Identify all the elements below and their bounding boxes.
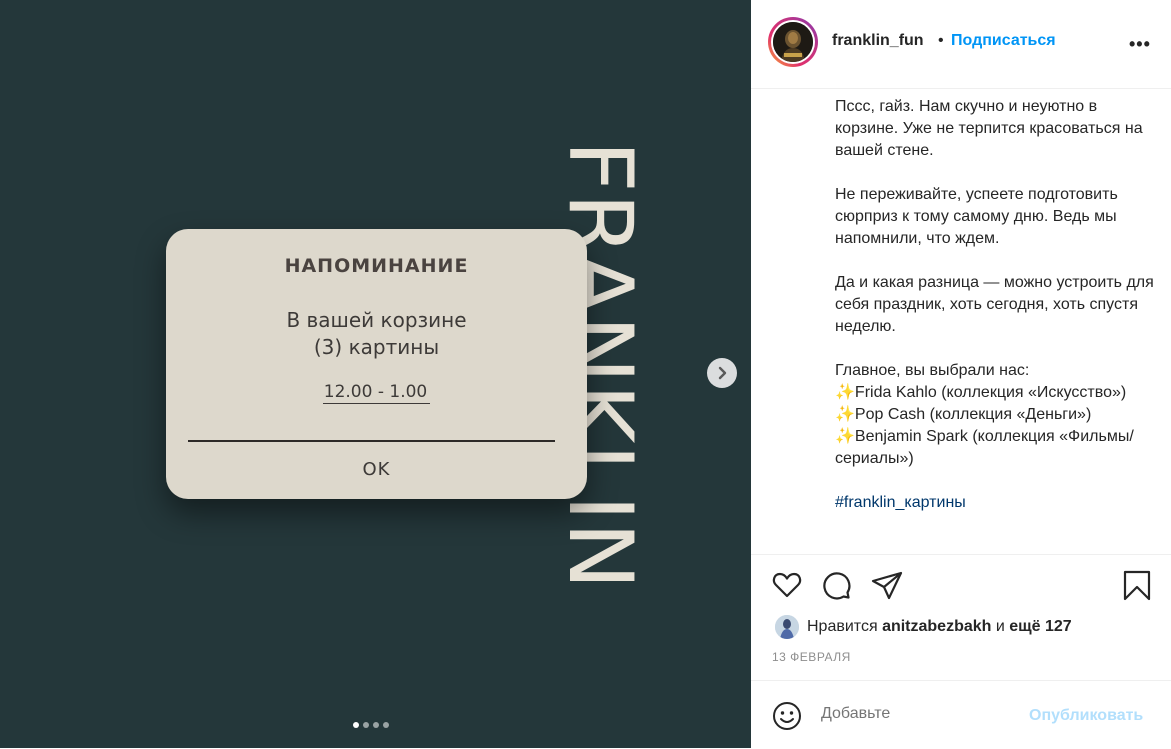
- heart-icon: [772, 572, 802, 598]
- carousel-dot: [363, 722, 369, 728]
- post-caption: Пссс, гайз. Нам скучно и неуютно в корзи…: [835, 96, 1155, 514]
- dialog-message: В вашей корзине (3) картины: [166, 307, 587, 361]
- liker-avatar[interactable]: [775, 615, 799, 639]
- liker-avatar-image: [775, 615, 799, 639]
- share-button[interactable]: [871, 569, 903, 601]
- emoji-button[interactable]: [771, 700, 803, 732]
- likes-count-link[interactable]: ещё 127: [1009, 618, 1071, 635]
- comment-icon: [823, 572, 851, 600]
- likes-row: Нравится anitzabezbakh и ещё 127: [775, 614, 1072, 640]
- caption-list: Главное, вы выбрали нас: ✨Frida Kahlo (к…: [835, 360, 1155, 470]
- caption-paragraph: Не переживайте, успеете подготовить сюрп…: [835, 186, 1118, 247]
- publish-button[interactable]: Опубликовать: [1029, 707, 1143, 725]
- chevron-right-icon: [718, 366, 727, 380]
- avatar-frame: [771, 20, 815, 64]
- comment-bar: Опубликовать: [751, 680, 1171, 749]
- dialog-time: 12.00 - 1.00: [322, 382, 431, 404]
- username-link[interactable]: franklin_fun: [832, 32, 924, 50]
- carousel-dot: [373, 722, 379, 728]
- dialog-message-line1: В вашей корзине: [286, 308, 467, 332]
- post-header: franklin_fun • Подписаться •••: [751, 0, 1171, 89]
- dialog-divider: [188, 440, 555, 442]
- post-media: FRANKLIN НАПОМИНАНИЕ В вашей корзине (3)…: [0, 0, 751, 748]
- likes-prefix: Нравится: [807, 618, 878, 635]
- carousel-indicator: [353, 722, 389, 728]
- carousel-dot: [383, 722, 389, 728]
- caption-paragraph: Да и какая разница — можно устроить для …: [835, 274, 1154, 335]
- next-slide-button[interactable]: [707, 358, 737, 388]
- bookmark-icon: [1123, 570, 1151, 601]
- caption-list-item: ✨Benjamin Spark (коллекция «Фильмы/сериа…: [835, 428, 1134, 467]
- post-date[interactable]: 13 ФЕВРАЛЯ: [772, 650, 851, 664]
- dialog-ok-button: OK: [362, 459, 391, 480]
- caption-paragraph: Пссс, гайз. Нам скучно и неуютно в корзи…: [835, 98, 1143, 159]
- hashtag-link[interactable]: #franklin_картины: [835, 494, 966, 511]
- caption-list-item: ✨Frida Kahlo (коллекция «Искусство»): [835, 384, 1127, 401]
- share-icon: [871, 571, 903, 600]
- likes-conjunction: и: [995, 618, 1005, 635]
- like-button[interactable]: [771, 569, 803, 601]
- dialog-message-line2: (3) картины: [313, 335, 440, 359]
- comment-input[interactable]: [821, 705, 1011, 723]
- carousel-dot-active: [353, 722, 359, 728]
- caption-list-item: ✨Pop Cash (коллекция «Деньги»): [835, 406, 1092, 423]
- reminder-dialog: НАПОМИНАНИЕ В вашей корзине (3) картины …: [166, 229, 587, 499]
- post-actions: [751, 554, 1171, 601]
- avatar: [773, 22, 813, 62]
- follow-button[interactable]: Подписаться: [951, 32, 1056, 50]
- dialog-time-wrap: 12.00 - 1.00: [166, 382, 587, 404]
- save-button[interactable]: [1121, 569, 1153, 601]
- avatar-portrait-icon: [773, 22, 813, 62]
- liker-username-link[interactable]: anitzabezbakh: [882, 618, 991, 635]
- comment-button[interactable]: [820, 569, 852, 601]
- story-ring[interactable]: [768, 17, 818, 67]
- post-side-panel: franklin_fun • Подписаться ••• Пссс, гай…: [751, 0, 1171, 748]
- emoji-icon: [773, 702, 801, 730]
- more-options-button[interactable]: •••: [1129, 34, 1151, 55]
- caption-list-intro: Главное, вы выбрали нас:: [835, 362, 1030, 379]
- likes-text: Нравится anitzabezbakh и ещё 127: [807, 618, 1072, 636]
- header-separator: •: [938, 32, 944, 49]
- dialog-title: НАПОМИНАНИЕ: [284, 255, 469, 277]
